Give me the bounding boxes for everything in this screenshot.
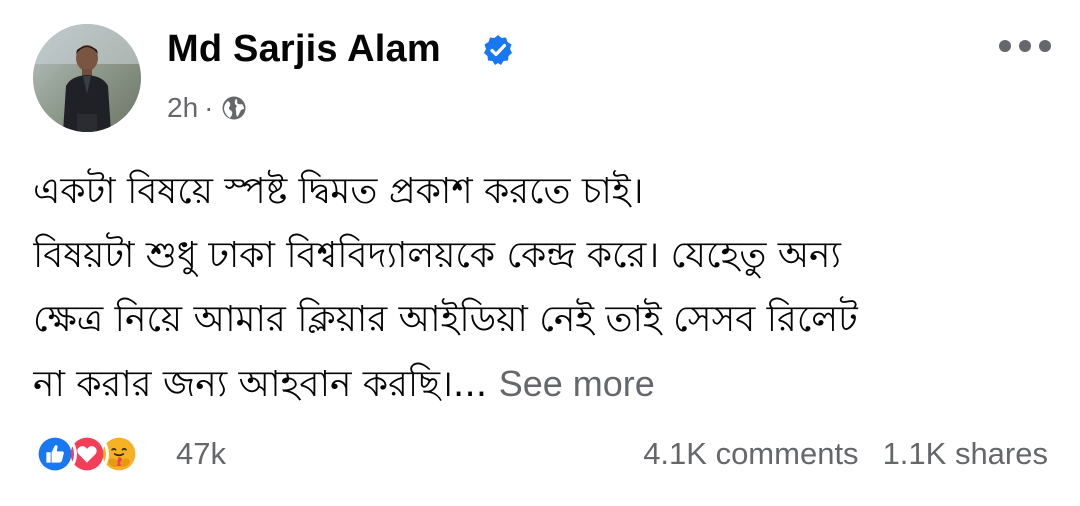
see-more-link[interactable]: See more xyxy=(499,363,655,404)
post-text-line: একটা বিষয়ে স্পষ্ট দ্বিমত প্রকাশ করতে চা… xyxy=(33,171,644,212)
reactions-bar: 47k 4.1K comments 1.1K shares xyxy=(33,430,1048,482)
verified-badge-icon xyxy=(484,35,512,65)
post-meta: 2h · xyxy=(167,92,247,124)
reaction-icons[interactable] xyxy=(33,430,173,478)
post-time[interactable]: 2h xyxy=(167,92,198,124)
more-dot xyxy=(999,40,1011,52)
meta-separator: · xyxy=(204,92,214,123)
more-dot xyxy=(1039,40,1051,52)
avatar-image xyxy=(33,24,141,132)
post-text-last: না করার জন্য আহবান করছি।... xyxy=(33,364,488,405)
post-header: Md Sarjis Alam 2h · xyxy=(33,24,1053,134)
like-icon xyxy=(33,432,77,476)
comments-count[interactable]: 4.1K comments xyxy=(643,436,858,471)
more-options-icon[interactable] xyxy=(999,34,1051,58)
more-dot xyxy=(1019,40,1031,52)
engagement-counts: 4.1K comments 1.1K shares xyxy=(643,436,1048,472)
post-text-line: ক্ষেত্র নিয়ে আমার ক্লিয়ার আইডিয়া নেই … xyxy=(33,299,858,340)
post-body: একটা বিষয়ে স্পষ্ট দ্বিমত প্রকাশ করতে চা… xyxy=(33,160,1053,417)
author-name[interactable]: Md Sarjis Alam xyxy=(167,28,441,71)
avatar[interactable] xyxy=(33,24,141,132)
post-text-line-last: না করার জন্য আহবান করছি।... See more xyxy=(33,352,1053,417)
reaction-count[interactable]: 47k xyxy=(176,436,226,472)
shares-count[interactable]: 1.1K shares xyxy=(883,436,1048,471)
post-text-line: বিষয়টা শুধু ঢাকা বিশ্ববিদ্যালয়কে কেন্দ… xyxy=(33,235,841,276)
globe-icon[interactable] xyxy=(221,95,247,121)
